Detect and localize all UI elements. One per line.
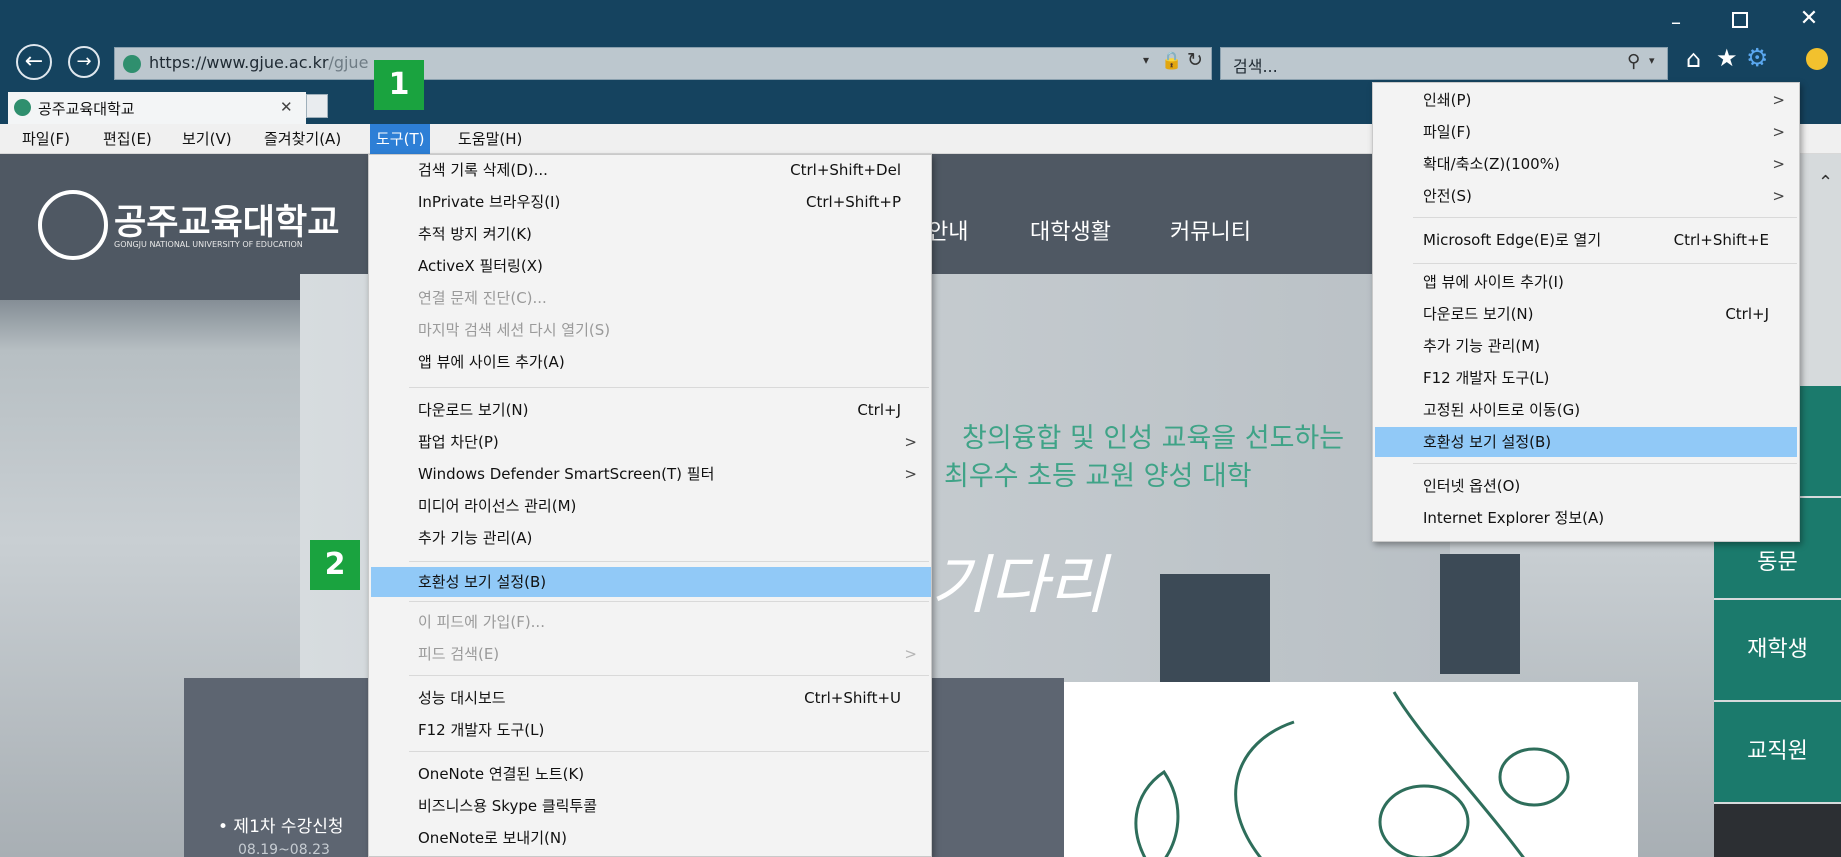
gear-item-zoom[interactable]: 확대/축소(Z)(100%) > xyxy=(1373,149,1799,179)
tools-item-onenote-linked[interactable]: OneNote 연결된 노트(K) xyxy=(369,759,931,789)
tools-item-media-licenses[interactable]: 미디어 라이선스 관리(M) xyxy=(369,491,931,521)
menu-separator xyxy=(409,751,929,752)
menu-separator xyxy=(409,387,929,388)
favorites-star-icon[interactable]: ★ xyxy=(1716,44,1738,72)
tools-item-diagnose-connection[interactable]: 연결 문제 진단(C)... xyxy=(369,283,931,313)
nav-item-partial[interactable]: 안내 xyxy=(928,214,968,246)
nav-item-community[interactable]: 커뮤니티 xyxy=(1170,214,1251,246)
university-logo-text[interactable]: 공주교육대학교 xyxy=(114,194,339,245)
gear-item-manage-addons[interactable]: 추가 기능 관리(M) xyxy=(1373,331,1799,361)
menu-separator xyxy=(409,561,929,562)
forward-button[interactable]: → xyxy=(68,46,100,78)
tools-item-smartscreen[interactable]: Windows Defender SmartScreen(T) 필터 > xyxy=(369,459,931,489)
sidebar-students[interactable]: 재학생 xyxy=(1714,600,1841,700)
gear-item-about-ie[interactable]: Internet Explorer 정보(A) xyxy=(1373,503,1799,533)
browser-tab[interactable]: 공주교육대학교 ✕ xyxy=(8,92,306,124)
home-icon[interactable]: ⌂ xyxy=(1686,45,1701,73)
new-tab-button[interactable] xyxy=(306,94,328,118)
gear-item-safety[interactable]: 안전(S) > xyxy=(1373,181,1799,211)
refresh-icon[interactable]: ↻ xyxy=(1187,49,1203,71)
university-logo-subtext: GONGJU NATIONAL UNIVERSITY OF EDUCATION xyxy=(114,240,303,249)
sidebar-staff[interactable]: 교직원 xyxy=(1714,702,1841,802)
gear-item-pinned-sites[interactable]: 고정된 사이트로 이동(G) xyxy=(1373,395,1799,425)
sidebar-students-label: 재학생 xyxy=(1747,637,1808,662)
slogan-line-2: 최우수 초등 교원 양성 대학 xyxy=(944,461,1252,492)
gear-item-print[interactable]: 인쇄(P) > xyxy=(1373,85,1799,115)
window-pane xyxy=(1440,554,1520,674)
slogan-line-1: 창의융합 및 인성 교육을 선도하는 xyxy=(962,423,1345,454)
gear-item-view-downloads[interactable]: 다운로드 보기(N) Ctrl+J xyxy=(1373,299,1799,329)
gear-item-compatibility-view[interactable]: 호환성 보기 설정(B) xyxy=(1375,427,1797,457)
tools-item-manage-addons[interactable]: 추가 기능 관리(A) xyxy=(369,523,931,553)
gear-item-open-in-edge[interactable]: Microsoft Edge(E)로 열기 Ctrl+Shift+E xyxy=(1373,225,1799,255)
sidebar-alumni-label: 동문 xyxy=(1757,550,1798,575)
gear-icon[interactable]: ⚙ xyxy=(1746,43,1768,72)
tools-item-compatibility-view[interactable]: 호환성 보기 설정(B) xyxy=(371,567,931,597)
smiley-feedback-icon[interactable] xyxy=(1806,48,1828,70)
tools-item-performance-dashboard[interactable]: 성능 대시보드 Ctrl+Shift+U xyxy=(369,683,931,713)
menu-file[interactable]: 파일(F) xyxy=(16,124,76,154)
search-dropdown-icon[interactable]: ▾ xyxy=(1649,54,1655,67)
search-box[interactable]: 검색... ⚲ ▾ xyxy=(1220,47,1668,80)
tab-favicon-icon xyxy=(14,99,31,116)
flower-illustration-icon xyxy=(1134,691,1570,857)
menu-favorites[interactable]: 즐겨찾기(A) xyxy=(258,124,347,154)
menu-separator xyxy=(1413,263,1797,264)
search-icon[interactable]: ⚲ xyxy=(1627,51,1640,72)
menu-view[interactable]: 보기(V) xyxy=(176,124,238,154)
menu-help[interactable]: 도움말(H) xyxy=(452,124,528,154)
window-pane xyxy=(1160,574,1270,694)
menu-edit[interactable]: 편집(E) xyxy=(97,124,158,154)
lock-icon[interactable]: 🔒 xyxy=(1161,51,1182,71)
notice-date: 08.19~08.23 xyxy=(238,842,330,857)
tools-item-add-to-apps[interactable]: 앱 뷰에 사이트 추가(A) xyxy=(369,347,931,377)
step-badge-2: 2 xyxy=(310,540,360,590)
tools-item-reopen-session[interactable]: 마지막 검색 세션 다시 열기(S) xyxy=(369,315,931,345)
search-placeholder: 검색... xyxy=(1233,57,1278,76)
menu-separator xyxy=(409,601,929,602)
close-window-button[interactable]: ✕ xyxy=(1796,6,1822,32)
gear-item-file[interactable]: 파일(F) > xyxy=(1373,117,1799,147)
gear-item-f12-devtools[interactable]: F12 개발자 도구(L) xyxy=(1373,363,1799,393)
gear-dropdown-menu: 인쇄(P) > 파일(F) > 확대/축소(Z)(100%) > 안전(S) > Mic… xyxy=(1372,82,1800,542)
tools-item-feed-discovery[interactable]: 피드 검색(E) > xyxy=(369,639,931,669)
address-bar[interactable]: https://www.gjue.ac.kr/gjue ▾ 🔒 ↻ xyxy=(114,47,1212,80)
gear-item-internet-options[interactable]: 인터넷 옵션(O) xyxy=(1373,471,1799,501)
menu-tools[interactable]: 도구(T) xyxy=(370,124,431,154)
sidebar-staff-label: 교직원 xyxy=(1747,739,1808,764)
minimize-button[interactable]: – xyxy=(1664,10,1688,34)
tools-item-tracking-protection[interactable]: 추적 방지 켜기(K) xyxy=(369,219,931,249)
nav-item-campus-life[interactable]: 대학생활 xyxy=(1030,214,1111,246)
tools-item-subscribe-feed[interactable]: 이 피드에 가입(F)... xyxy=(369,607,931,637)
menu-separator xyxy=(1413,463,1797,464)
tab-title: 공주교육대학교 xyxy=(38,100,135,118)
university-logo-icon[interactable] xyxy=(38,190,108,260)
tools-item-f12-devtools[interactable]: F12 개발자 도구(L) xyxy=(369,715,931,745)
tab-close-icon[interactable]: ✕ xyxy=(280,98,293,116)
tools-item-popup-blocker[interactable]: 팝업 차단(P) > xyxy=(369,427,931,457)
notice-item[interactable]: • 제1차 수강신청 xyxy=(218,812,344,837)
step-badge-1: 1 xyxy=(374,60,424,110)
menu-separator xyxy=(1413,217,1797,218)
sidebar-tile-bottom[interactable] xyxy=(1714,804,1841,857)
dropdown-arrow-icon[interactable]: ▾ xyxy=(1143,53,1149,67)
maximize-button[interactable] xyxy=(1732,12,1748,28)
tools-item-inprivate[interactable]: InPrivate 브라우징(I) Ctrl+Shift+P xyxy=(369,187,931,217)
tools-item-view-downloads[interactable]: 다운로드 보기(N) Ctrl+J xyxy=(369,395,931,425)
back-button[interactable]: ← xyxy=(16,44,52,80)
address-url: https://www.gjue.ac.kr/gjue xyxy=(149,53,369,72)
site-favicon-icon xyxy=(123,55,141,73)
tools-item-send-to-onenote[interactable]: OneNote로 보내기(N) xyxy=(369,823,931,853)
tools-item-activex-filtering[interactable]: ActiveX 필터링(X) xyxy=(369,251,931,281)
gear-item-add-to-apps[interactable]: 앱 뷰에 사이트 추가(I) xyxy=(1373,267,1799,297)
handwritten-script-text: 기다리 xyxy=(930,549,1107,623)
scroll-up-icon[interactable]: ⌃ xyxy=(1818,172,1833,193)
tools-item-delete-history[interactable]: 검색 기록 삭제(D)... Ctrl+Shift+Del xyxy=(369,155,931,185)
menu-separator xyxy=(409,675,929,676)
tools-dropdown-menu: 검색 기록 삭제(D)... Ctrl+Shift+Del InPrivate 브… xyxy=(368,154,932,857)
tools-item-skype-click-to-call[interactable]: 비즈니스용 Skype 클릭투콜 xyxy=(369,791,931,821)
